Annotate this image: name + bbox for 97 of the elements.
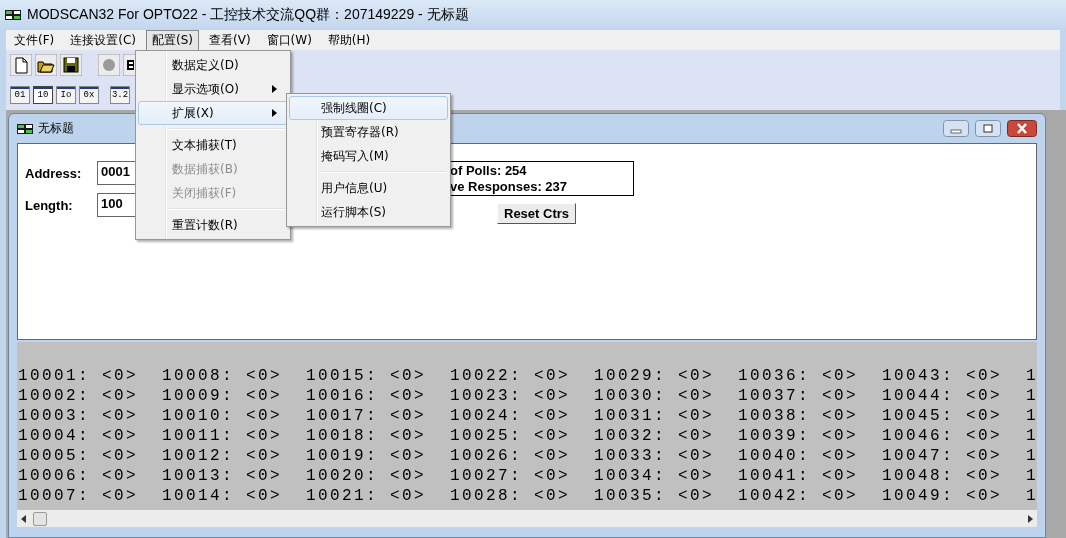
data-value: 1 [1026,446,1037,466]
data-value: 10004: <0> [18,426,139,446]
data-value: 10037: <0> [738,386,859,406]
menu-option[interactable]: 数据定义(D) [138,53,288,77]
data-value: 10008: <0> [162,366,283,386]
menu-item[interactable]: 文件(F) [8,29,61,51]
menu-item[interactable]: 查看(V) [203,29,257,51]
reset-button[interactable]: Reset Ctrs [497,203,577,224]
menu-option[interactable]: 预置寄存器(R) [289,120,448,144]
view-button[interactable]: 10 [33,86,53,104]
data-value: 10036: <0> [738,366,859,386]
data-value: 10048: <0> [882,466,1003,486]
data-value: 10032: <0> [594,426,715,446]
data-value: 10021: <0> [306,486,427,506]
scroll-left-icon[interactable] [21,514,27,523]
save-icon[interactable] [60,54,82,76]
submenu-arrow-icon [272,85,277,93]
data-value: 10006: <0> [18,466,139,486]
data-value: 10039: <0> [738,426,859,446]
app-icon [5,10,21,20]
child-window-title: 无标题 [38,120,74,137]
length-label: Length: [25,197,74,213]
maximize-icon[interactable] [975,120,1001,137]
menu-option[interactable]: 扩展(X) [138,101,288,125]
data-value: 10042: <0> [738,486,859,506]
submenu-arrow-icon [272,109,277,117]
window-icon [17,123,33,134]
view-button[interactable]: 01 [10,86,30,104]
horizontal-scrollbar[interactable] [17,510,1037,527]
menu-item[interactable]: 窗口(W) [260,29,318,51]
data-value: 10046: <0> [882,426,1003,446]
menu-option[interactable]: 重置计数(R) [138,213,288,237]
menu-option[interactable]: 强制线圈(C) [289,96,448,120]
data-value: 10027: <0> [450,466,571,486]
data-value: 10029: <0> [594,366,715,386]
data-value: 10041: <0> [738,466,859,486]
data-value: 10044: <0> [882,386,1003,406]
data-value: 10015: <0> [306,366,427,386]
data-value: 1 [1026,406,1037,426]
data-value: 10014: <0> [162,486,283,506]
scroll-thumb[interactable] [33,511,47,526]
open-folder-icon[interactable] [35,54,57,76]
data-value: 10033: <0> [594,446,715,466]
view-button[interactable]: 3.2 [110,86,130,104]
data-value: 10018: <0> [306,426,427,446]
menu-option[interactable]: 用户信息(U) [289,176,448,200]
scroll-right-icon[interactable] [1027,514,1033,523]
data-value: 10026: <0> [450,446,571,466]
counter-text: ve Responses: 237 [450,179,569,195]
menu-option[interactable]: 运行脚本(S) [289,200,448,224]
address-label: Address: [25,165,83,181]
new-file-icon[interactable] [10,54,32,76]
data-value: 10001: <0> [18,366,139,386]
data-value: 10016: <0> [306,386,427,406]
data-value: 10045: <0> [882,406,1003,426]
data-value: 10003: <0> [18,406,139,426]
data-value: 1 [1026,486,1037,506]
data-value: 10019: <0> [306,446,427,466]
data-value: 10023: <0> [450,386,571,406]
data-value: 10010: <0> [162,406,283,426]
data-value: 10025: <0> [450,426,571,446]
data-value: 10035: <0> [594,486,715,506]
menu-item[interactable]: 连接设置(C) [64,29,142,51]
data-value: 10002: <0> [18,386,139,406]
view-button[interactable]: 0x [79,86,99,104]
data-value: 10007: <0> [18,486,139,506]
data-value: 10022: <0> [450,366,571,386]
data-value: 10031: <0> [594,406,715,426]
data-value: 10005: <0> [18,446,139,466]
data-value: 10043: <0> [882,366,1003,386]
data-value: 10011: <0> [162,426,283,446]
close-icon[interactable] [1007,120,1037,137]
menu-option[interactable]: 显示选项(O) [138,77,288,101]
data-value: 10047: <0> [882,446,1003,466]
menu-item[interactable]: 配置(S) [146,29,199,51]
data-value: 10009: <0> [162,386,283,406]
view-button[interactable]: Io [56,86,76,104]
menu-item[interactable]: 帮助(H) [321,29,377,51]
data-value: 10013: <0> [162,466,283,486]
data-value: 10017: <0> [306,406,427,426]
data-value: 10034: <0> [594,466,715,486]
window-title: MODSCAN32 For OPTO22 - 工控技术交流QQ群：207149229 - 无标题 [27,6,469,24]
data-value: 10038: <0> [738,406,859,426]
data-value: 1 [1026,386,1037,406]
data-value: 1 [1026,466,1037,486]
data-value: 10030: <0> [594,386,715,406]
data-value: 10049: <0> [882,486,1003,506]
data-value: 10040: <0> [738,446,859,466]
data-value: 1 [1026,366,1037,386]
counter-text: of Polls: 254 [450,163,528,179]
data-value: 10028: <0> [450,486,571,506]
data-value: 1 [1026,426,1037,446]
data-value: 10024: <0> [450,406,571,426]
menu-option[interactable]: 文本捕获(T) [138,133,288,157]
data-value: 10020: <0> [306,466,427,486]
data-value: 10012: <0> [162,446,283,466]
menu-option[interactable]: 掩码写入(M) [289,144,448,168]
